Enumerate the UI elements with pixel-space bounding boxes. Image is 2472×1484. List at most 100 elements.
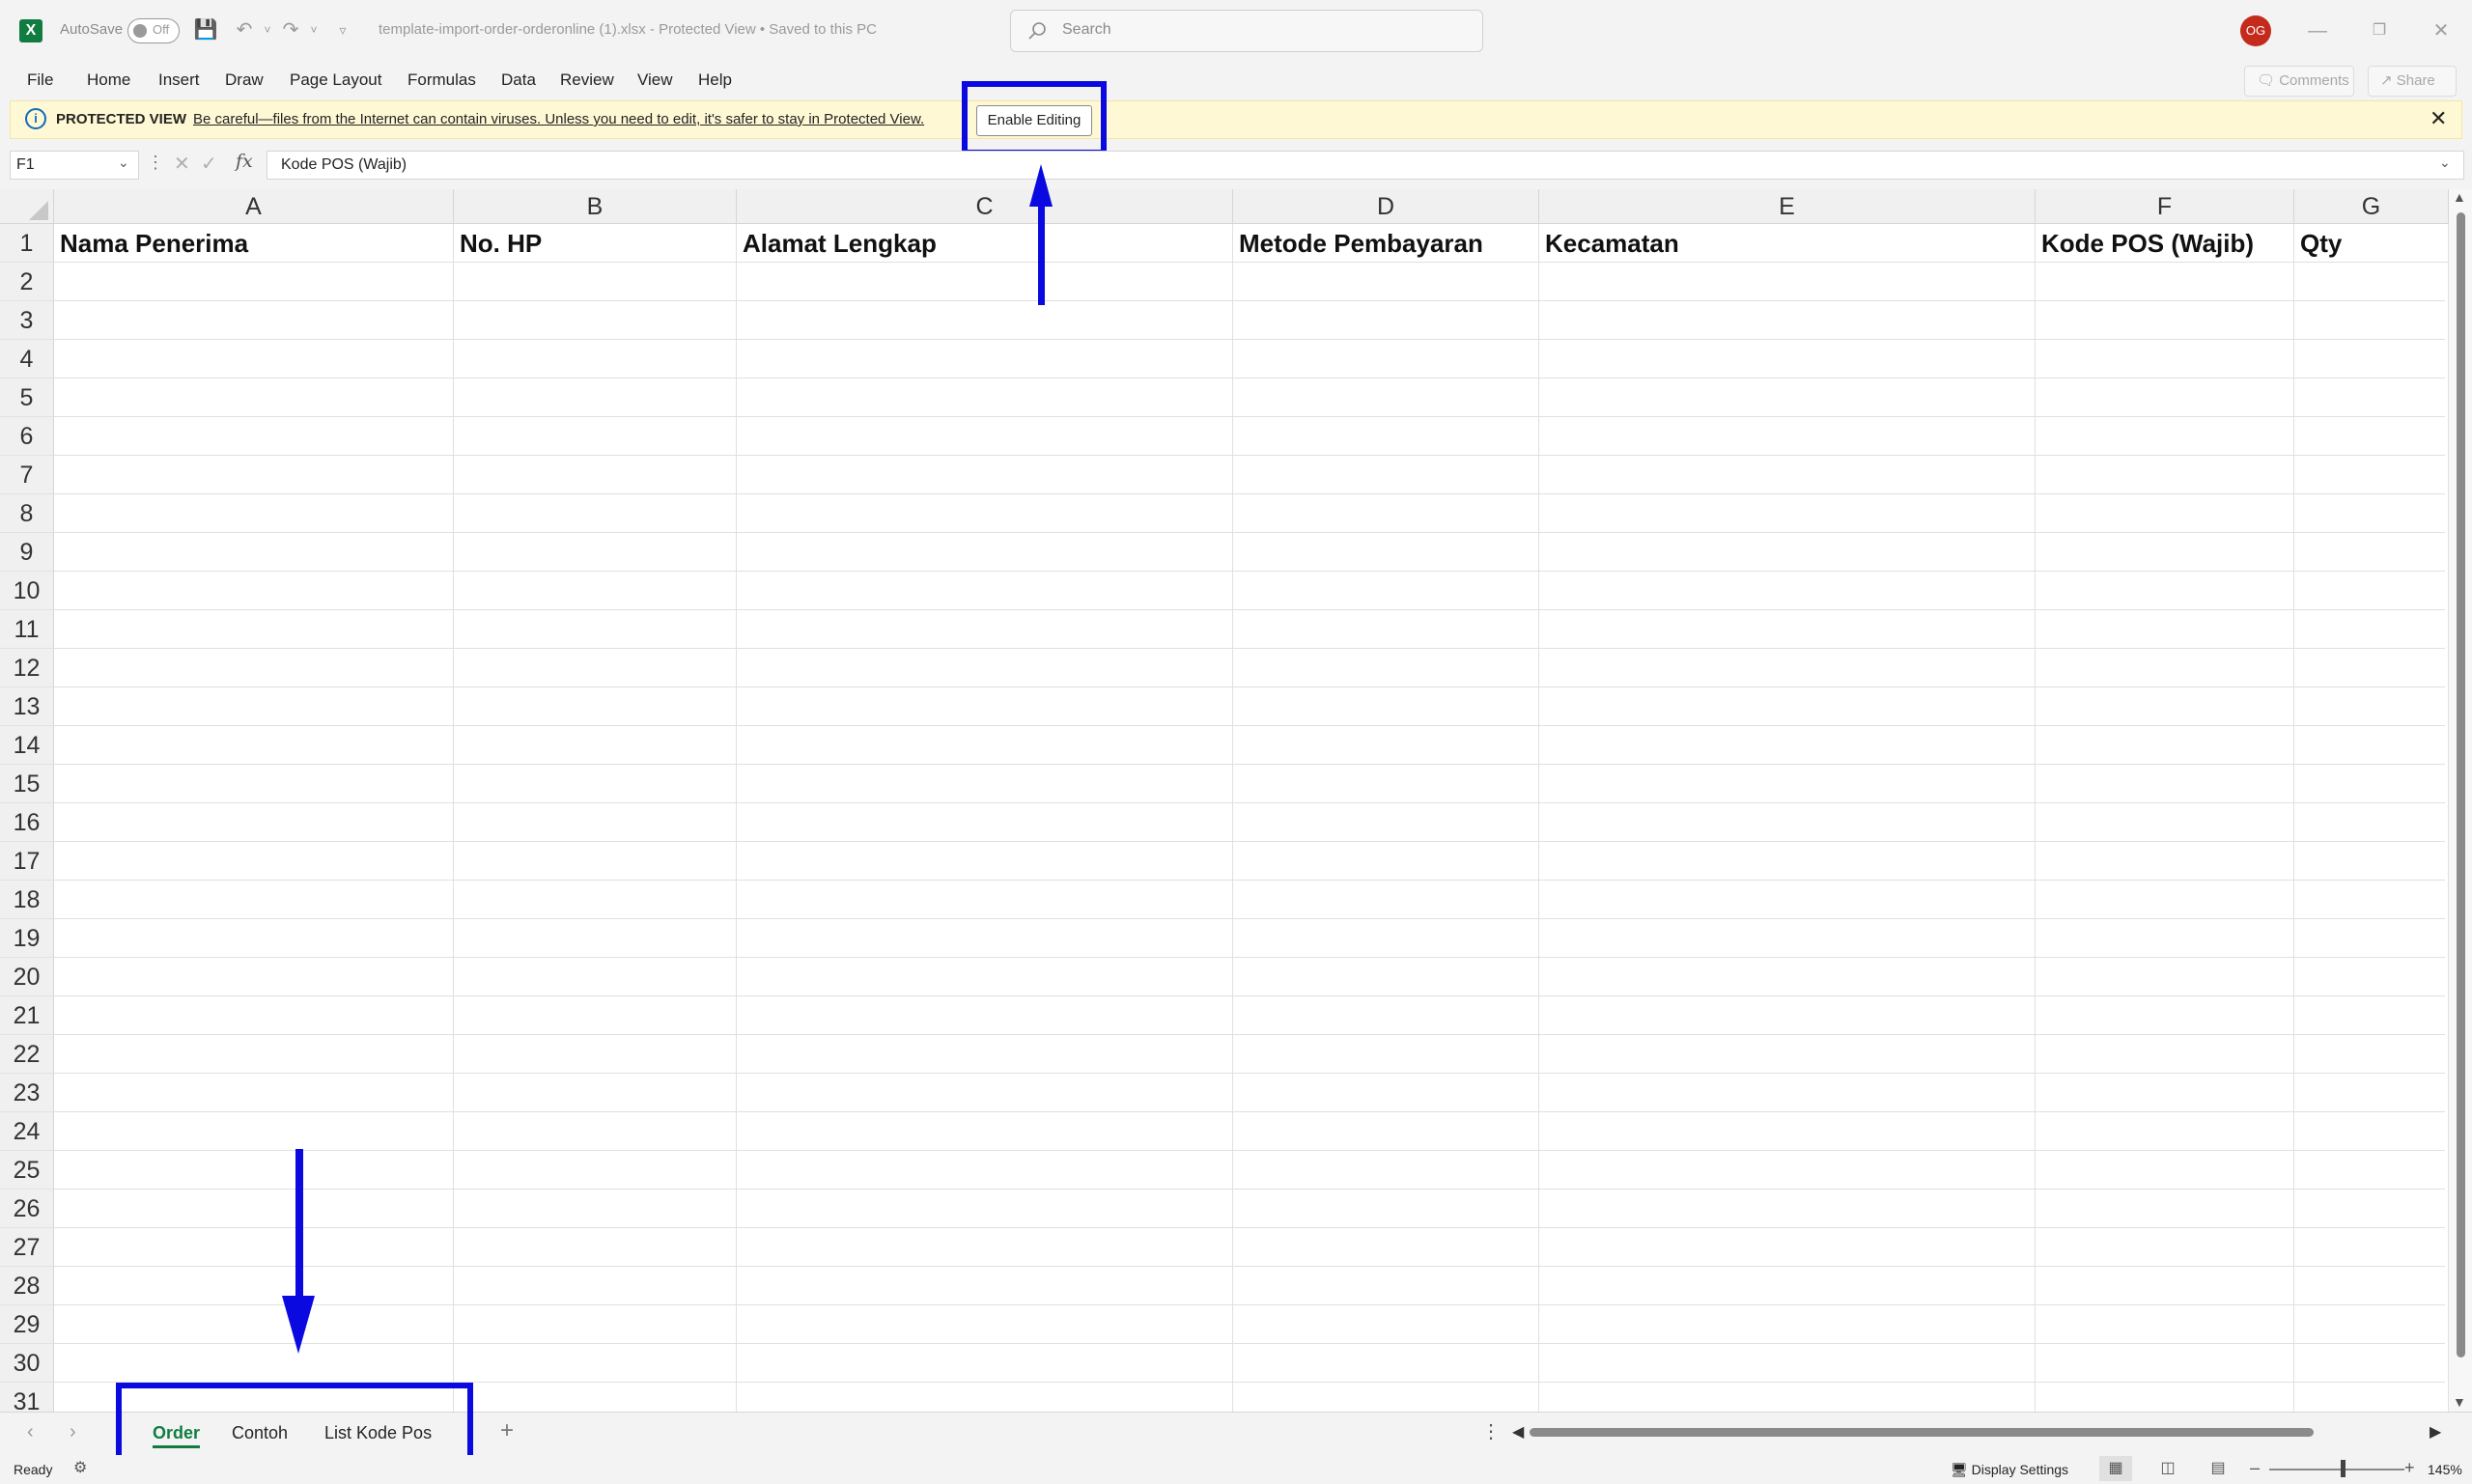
chevron-left-icon[interactable]: ‹ bbox=[27, 1421, 34, 1443]
menu-help[interactable]: Help bbox=[698, 70, 732, 90]
protected-view-message-link[interactable]: Be careful—files from the Internet can c… bbox=[193, 111, 924, 127]
column-header-g[interactable]: G bbox=[2294, 189, 2449, 224]
row-header-17[interactable]: 17 bbox=[0, 842, 54, 881]
row-header-16[interactable]: 16 bbox=[0, 803, 54, 842]
chevron-down-icon[interactable]: ⌄ bbox=[118, 154, 129, 171]
more-options-icon[interactable]: ⋮ bbox=[147, 153, 164, 173]
menu-formulas[interactable]: Formulas bbox=[407, 70, 476, 90]
row-header-5[interactable]: 5 bbox=[0, 378, 54, 417]
horizontal-scroll-thumb[interactable] bbox=[1530, 1428, 2314, 1437]
add-sheet-icon[interactable]: + bbox=[500, 1417, 514, 1444]
check-icon[interactable]: ✓ bbox=[201, 152, 217, 176]
normal-view-icon[interactable]: ▦ bbox=[2099, 1456, 2132, 1481]
page-layout-view-icon[interactable]: ◫ bbox=[2151, 1456, 2184, 1481]
row-header-12[interactable]: 12 bbox=[0, 649, 54, 687]
user-avatar[interactable]: OG bbox=[2240, 15, 2271, 46]
column-header-b[interactable]: B bbox=[454, 189, 737, 224]
column-header-c[interactable]: C bbox=[737, 189, 1233, 224]
row-header-26[interactable]: 26 bbox=[0, 1190, 54, 1228]
row-header-9[interactable]: 9 bbox=[0, 533, 54, 572]
row-gridline bbox=[54, 841, 2445, 842]
column-header-d[interactable]: D bbox=[1233, 189, 1539, 224]
column-header-a[interactable]: A bbox=[54, 189, 454, 224]
menu-review[interactable]: Review bbox=[560, 70, 614, 90]
row-header-22[interactable]: 22 bbox=[0, 1035, 54, 1074]
row-header-23[interactable]: 23 bbox=[0, 1074, 54, 1112]
row-header-31[interactable]: 31 bbox=[0, 1383, 54, 1412]
minimize-icon[interactable]: — bbox=[2298, 14, 2337, 48]
expand-formula-bar-icon[interactable]: ⌄ bbox=[2439, 154, 2451, 171]
row-header-30[interactable]: 30 bbox=[0, 1344, 54, 1383]
row-header-21[interactable]: 21 bbox=[0, 996, 54, 1035]
row-header-15[interactable]: 15 bbox=[0, 765, 54, 803]
row-header-29[interactable]: 29 bbox=[0, 1305, 54, 1344]
chevron-right-icon[interactable]: › bbox=[70, 1421, 76, 1443]
row-header-1[interactable]: 1 bbox=[0, 224, 54, 263]
menu-data[interactable]: Data bbox=[501, 70, 536, 90]
row-header-4[interactable]: 4 bbox=[0, 340, 54, 378]
customize-quick-access-icon[interactable]: ▿ bbox=[328, 15, 357, 44]
scroll-up-icon[interactable]: ▲ bbox=[2453, 189, 2466, 205]
document-title[interactable]: template-import-order-orderonline (1).xl… bbox=[379, 21, 877, 38]
row-header-14[interactable]: 14 bbox=[0, 726, 54, 765]
share-button[interactable]: ↗ Share bbox=[2368, 66, 2457, 97]
row-header-19[interactable]: 19 bbox=[0, 919, 54, 958]
page-break-view-icon[interactable]: ▤ bbox=[2202, 1456, 2234, 1481]
cell-c1[interactable]: Alamat Lengkap bbox=[737, 224, 1233, 263]
close-window-icon[interactable]: ✕ bbox=[2422, 14, 2460, 48]
row-header-25[interactable]: 25 bbox=[0, 1151, 54, 1190]
row-header-6[interactable]: 6 bbox=[0, 417, 54, 456]
menu-file[interactable]: File bbox=[27, 70, 53, 90]
row-header-3[interactable]: 3 bbox=[0, 301, 54, 340]
column-header-f[interactable]: F bbox=[2036, 189, 2294, 224]
vertical-scroll-thumb[interactable] bbox=[2457, 212, 2465, 1358]
formula-input[interactable]: Kode POS (Wajib) bbox=[267, 151, 2464, 180]
row-gridline bbox=[54, 957, 2445, 958]
cell-a1[interactable]: Nama Penerima bbox=[54, 224, 454, 263]
row-header-2[interactable]: 2 bbox=[0, 263, 54, 301]
save-icon[interactable]: 💾 bbox=[191, 15, 220, 44]
display-settings-button[interactable]: 🖥 Display Settings bbox=[1951, 1462, 2068, 1478]
menu-insert[interactable]: Insert bbox=[158, 70, 200, 90]
redo-dropdown-icon[interactable]: ˅ bbox=[299, 15, 328, 44]
zoom-in-icon[interactable]: + bbox=[2404, 1458, 2415, 1478]
row-header-27[interactable]: 27 bbox=[0, 1228, 54, 1267]
cell-f1[interactable]: Kode POS (Wajib) bbox=[2036, 224, 2294, 263]
row-header-11[interactable]: 11 bbox=[0, 610, 54, 649]
zoom-level[interactable]: 145% bbox=[2428, 1462, 2462, 1477]
row-header-28[interactable]: 28 bbox=[0, 1267, 54, 1305]
row-header-10[interactable]: 10 bbox=[0, 572, 54, 610]
cell-d1[interactable]: Metode Pembayaran bbox=[1233, 224, 1539, 263]
menu-view[interactable]: View bbox=[637, 70, 673, 90]
row-header-13[interactable]: 13 bbox=[0, 687, 54, 726]
menu-page-layout[interactable]: Page Layout bbox=[290, 70, 381, 90]
comments-button[interactable]: 🗨 Comments bbox=[2244, 66, 2354, 97]
zoom-out-icon[interactable]: – bbox=[2250, 1458, 2260, 1478]
tab-splitter-icon[interactable]: ⋮ bbox=[1481, 1419, 1501, 1443]
row-header-8[interactable]: 8 bbox=[0, 494, 54, 533]
menu-draw[interactable]: Draw bbox=[225, 70, 264, 90]
row-header-24[interactable]: 24 bbox=[0, 1112, 54, 1151]
cell-b1[interactable]: No. HP bbox=[454, 224, 737, 263]
scroll-down-icon[interactable]: ▼ bbox=[2453, 1394, 2466, 1410]
scroll-left-icon[interactable]: ◀ bbox=[1512, 1422, 1524, 1442]
cell-e1[interactable]: Kecamatan bbox=[1539, 224, 2036, 263]
zoom-slider[interactable] bbox=[2269, 1469, 2404, 1470]
zoom-slider-thumb[interactable] bbox=[2341, 1460, 2346, 1477]
insert-function-icon[interactable]: fx bbox=[236, 151, 253, 172]
row-header-7[interactable]: 7 bbox=[0, 456, 54, 494]
row-header-20[interactable]: 20 bbox=[0, 958, 54, 996]
column-header-e[interactable]: E bbox=[1539, 189, 2036, 224]
comment-icon: 🗨 bbox=[2257, 72, 2280, 89]
menu-home[interactable]: Home bbox=[87, 70, 130, 90]
scroll-right-icon[interactable]: ▶ bbox=[2430, 1422, 2441, 1442]
cancel-icon[interactable]: ✕ bbox=[174, 152, 190, 176]
close-icon[interactable]: ✕ bbox=[2430, 106, 2447, 131]
share-label: Share bbox=[2396, 72, 2435, 89]
row-header-18[interactable]: 18 bbox=[0, 881, 54, 919]
spreadsheet-grid[interactable]: ABCDEFG 1 2 3 4 5 6 7 8 9 10 11 12 13 14 15 16 17 18 19 20 2… bbox=[0, 189, 2472, 1412]
autosave-knob bbox=[133, 24, 147, 38]
restore-icon[interactable]: ❐ bbox=[2360, 14, 2399, 48]
accessibility-icon[interactable]: ⚙ bbox=[73, 1458, 87, 1477]
cell-g1[interactable]: Qty bbox=[2294, 224, 2449, 263]
